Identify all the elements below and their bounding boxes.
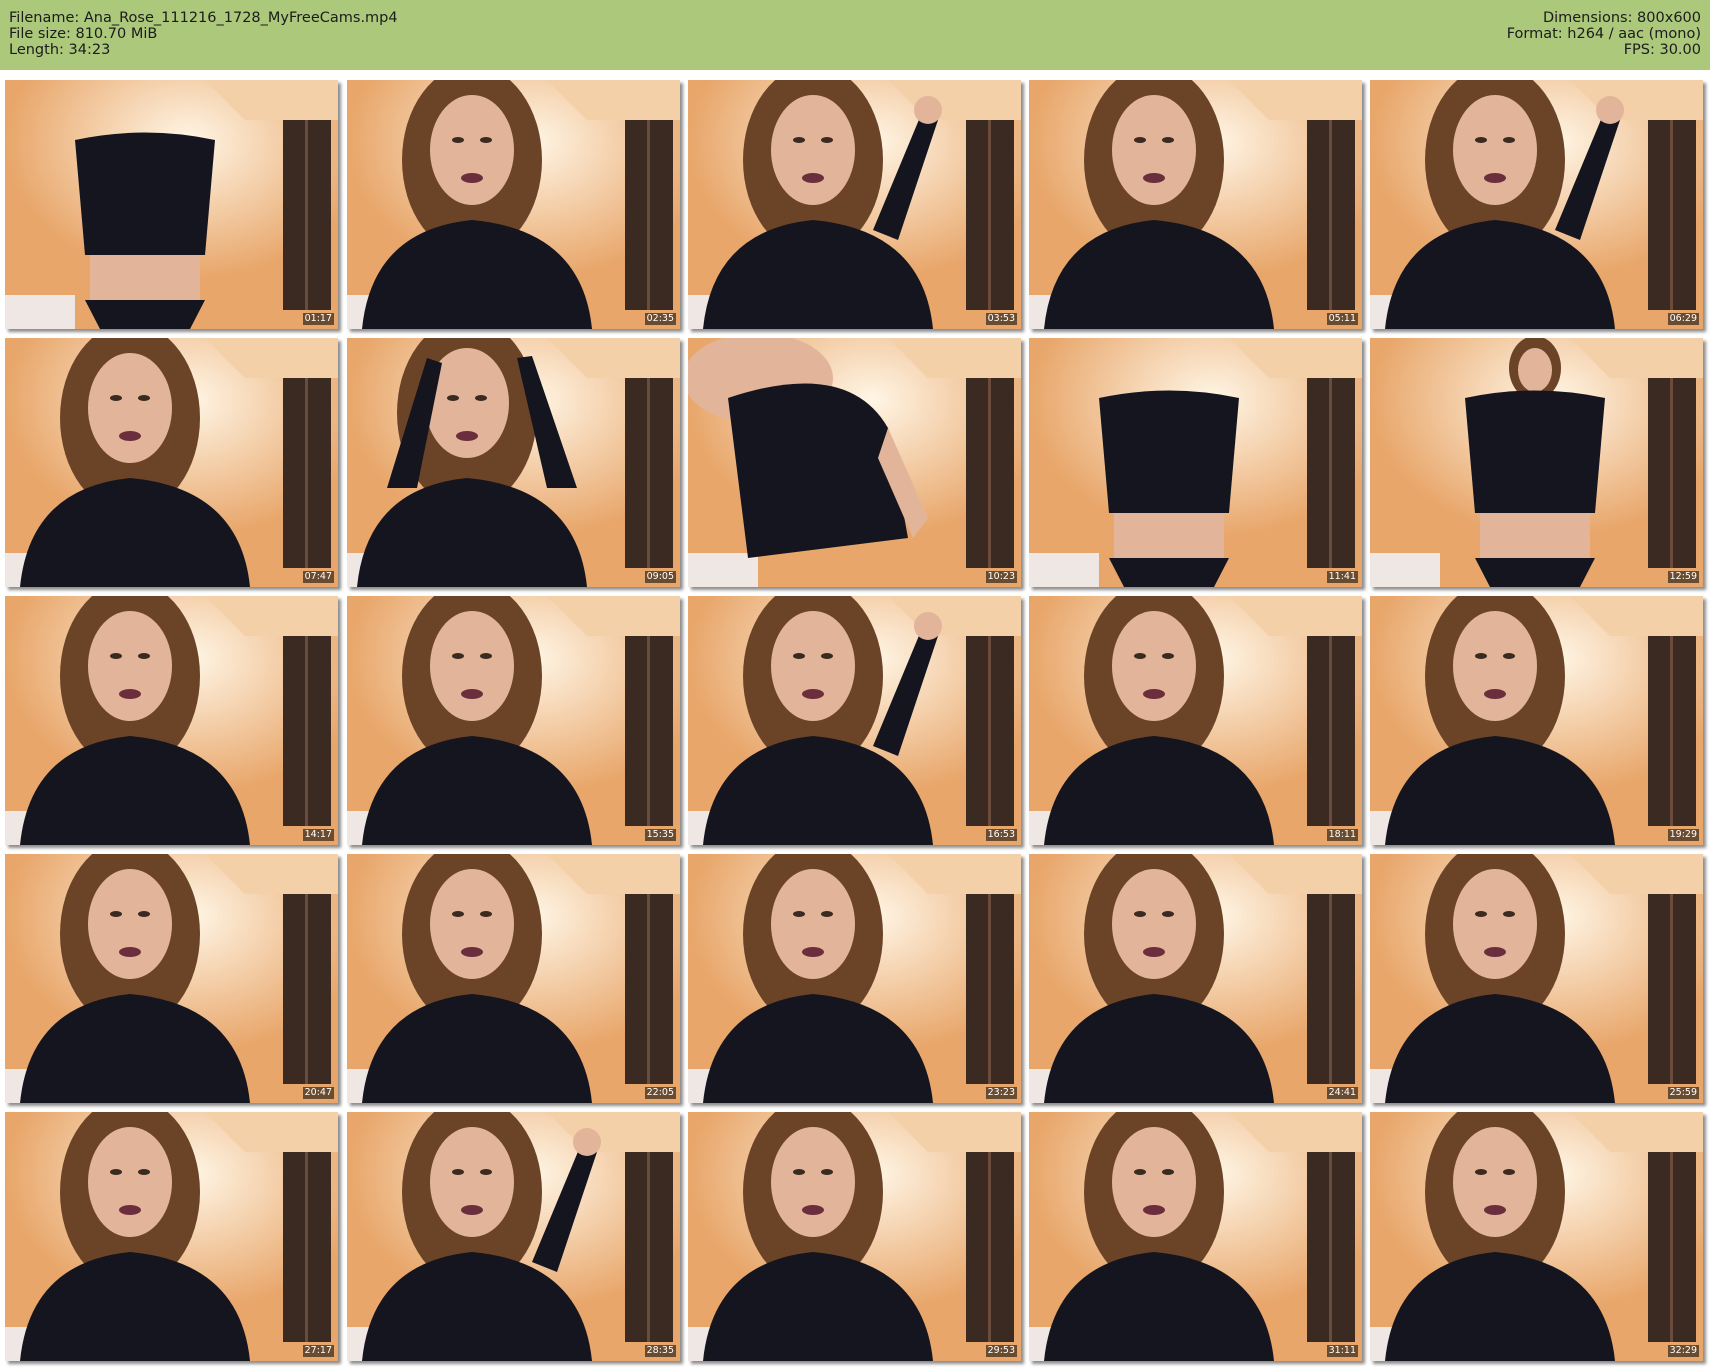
- thumbnail: 20:47: [5, 854, 338, 1103]
- thumbnail-frame: [1370, 80, 1703, 329]
- thumbnail-frame: [1029, 338, 1362, 587]
- timestamp-label: 20:47: [302, 1087, 334, 1099]
- format-text: Format: h264 / aac (mono): [1506, 26, 1701, 42]
- timestamp-label: 05:11: [1326, 313, 1358, 325]
- thumbnail: 06:29: [1370, 80, 1703, 329]
- thumbnail: 07:47: [5, 338, 338, 587]
- timestamp-label: 24:41: [1326, 1087, 1358, 1099]
- fps-text: FPS: 30.00: [1623, 42, 1701, 58]
- thumbnail: 18:11: [1029, 596, 1362, 845]
- file-info: Filename: Ana_Rose_111216_1728_MyFreeCam…: [9, 10, 398, 58]
- timestamp-label: 25:59: [1667, 1087, 1699, 1099]
- length-text: Length: 34:23: [9, 42, 111, 58]
- thumbnail: 23:23: [688, 854, 1021, 1103]
- thumbnail-frame: [688, 1112, 1021, 1361]
- thumbnail-frame: [1370, 854, 1703, 1103]
- thumbnail-frame: [1370, 1112, 1703, 1361]
- timestamp-label: 11:41: [1326, 571, 1358, 583]
- timestamp-label: 29:53: [985, 1345, 1017, 1357]
- thumbnail: 29:53: [688, 1112, 1021, 1361]
- thumbnail-frame: [5, 338, 338, 587]
- filesize-text: File size: 810.70 MiB: [9, 26, 158, 42]
- thumbnail-frame: [1370, 596, 1703, 845]
- timestamp-label: 19:29: [1667, 829, 1699, 841]
- thumbnail-grid: 01:17 02:35 03:53 05:11 06:29 07:47 09:0…: [0, 70, 1710, 1370]
- thumbnail: 05:11: [1029, 80, 1362, 329]
- thumbnail-frame: [1029, 80, 1362, 329]
- thumbnail: 25:59: [1370, 854, 1703, 1103]
- thumbnail-frame: [347, 80, 680, 329]
- timestamp-label: 32:29: [1667, 1345, 1699, 1357]
- thumbnail-frame: [1029, 854, 1362, 1103]
- timestamp-label: 06:29: [1667, 313, 1699, 325]
- filename-text: Filename: Ana_Rose_111216_1728_MyFreeCam…: [9, 10, 398, 26]
- thumbnail: 11:41: [1029, 338, 1362, 587]
- thumbnail: 01:17: [5, 80, 338, 329]
- thumbnail: 31:11: [1029, 1112, 1362, 1361]
- timestamp-label: 27:17: [302, 1345, 334, 1357]
- thumbnail-frame: [5, 854, 338, 1103]
- info-header: Filename: Ana_Rose_111216_1728_MyFreeCam…: [0, 0, 1710, 70]
- thumbnail: 03:53: [688, 80, 1021, 329]
- timestamp-label: 09:05: [644, 571, 676, 583]
- timestamp-label: 03:53: [985, 313, 1017, 325]
- thumbnail-frame: [688, 338, 1021, 587]
- thumbnail: 15:35: [347, 596, 680, 845]
- thumbnail-frame: [5, 80, 338, 329]
- timestamp-label: 01:17: [302, 313, 334, 325]
- thumbnail: 14:17: [5, 596, 338, 845]
- thumbnail: 12:59: [1370, 338, 1703, 587]
- timestamp-label: 28:35: [644, 1345, 676, 1357]
- timestamp-label: 12:59: [1667, 571, 1699, 583]
- timestamp-label: 15:35: [644, 829, 676, 841]
- thumbnail-frame: [347, 854, 680, 1103]
- thumbnail: 16:53: [688, 596, 1021, 845]
- thumbnail: 22:05: [347, 854, 680, 1103]
- thumbnail: 09:05: [347, 338, 680, 587]
- thumbnail: 24:41: [1029, 854, 1362, 1103]
- timestamp-label: 10:23: [985, 571, 1017, 583]
- thumbnail: 02:35: [347, 80, 680, 329]
- timestamp-label: 18:11: [1326, 829, 1358, 841]
- media-info: Dimensions: 800x600 Format: h264 / aac (…: [1507, 10, 1701, 58]
- thumbnail-frame: [1029, 596, 1362, 845]
- thumbnail-frame: [347, 596, 680, 845]
- thumbnail-frame: [347, 338, 680, 587]
- timestamp-label: 02:35: [644, 313, 676, 325]
- thumbnail-frame: [688, 854, 1021, 1103]
- thumbnail: 32:29: [1370, 1112, 1703, 1361]
- thumbnail-frame: [1370, 338, 1703, 587]
- dimensions-text: Dimensions: 800x600: [1542, 10, 1701, 26]
- thumbnail-frame: [1029, 1112, 1362, 1361]
- timestamp-label: 14:17: [302, 829, 334, 841]
- thumbnail-frame: [347, 1112, 680, 1361]
- thumbnail: 19:29: [1370, 596, 1703, 845]
- timestamp-label: 23:23: [985, 1087, 1017, 1099]
- thumbnail-frame: [688, 596, 1021, 845]
- timestamp-label: 07:47: [302, 571, 334, 583]
- thumbnail-frame: [688, 80, 1021, 329]
- thumbnail: 28:35: [347, 1112, 680, 1361]
- timestamp-label: 22:05: [644, 1087, 676, 1099]
- thumbnail: 27:17: [5, 1112, 338, 1361]
- timestamp-label: 31:11: [1326, 1345, 1358, 1357]
- thumbnail: 10:23: [688, 338, 1021, 587]
- timestamp-label: 16:53: [985, 829, 1017, 841]
- thumbnail-frame: [5, 596, 338, 845]
- thumbnail-frame: [5, 1112, 338, 1361]
